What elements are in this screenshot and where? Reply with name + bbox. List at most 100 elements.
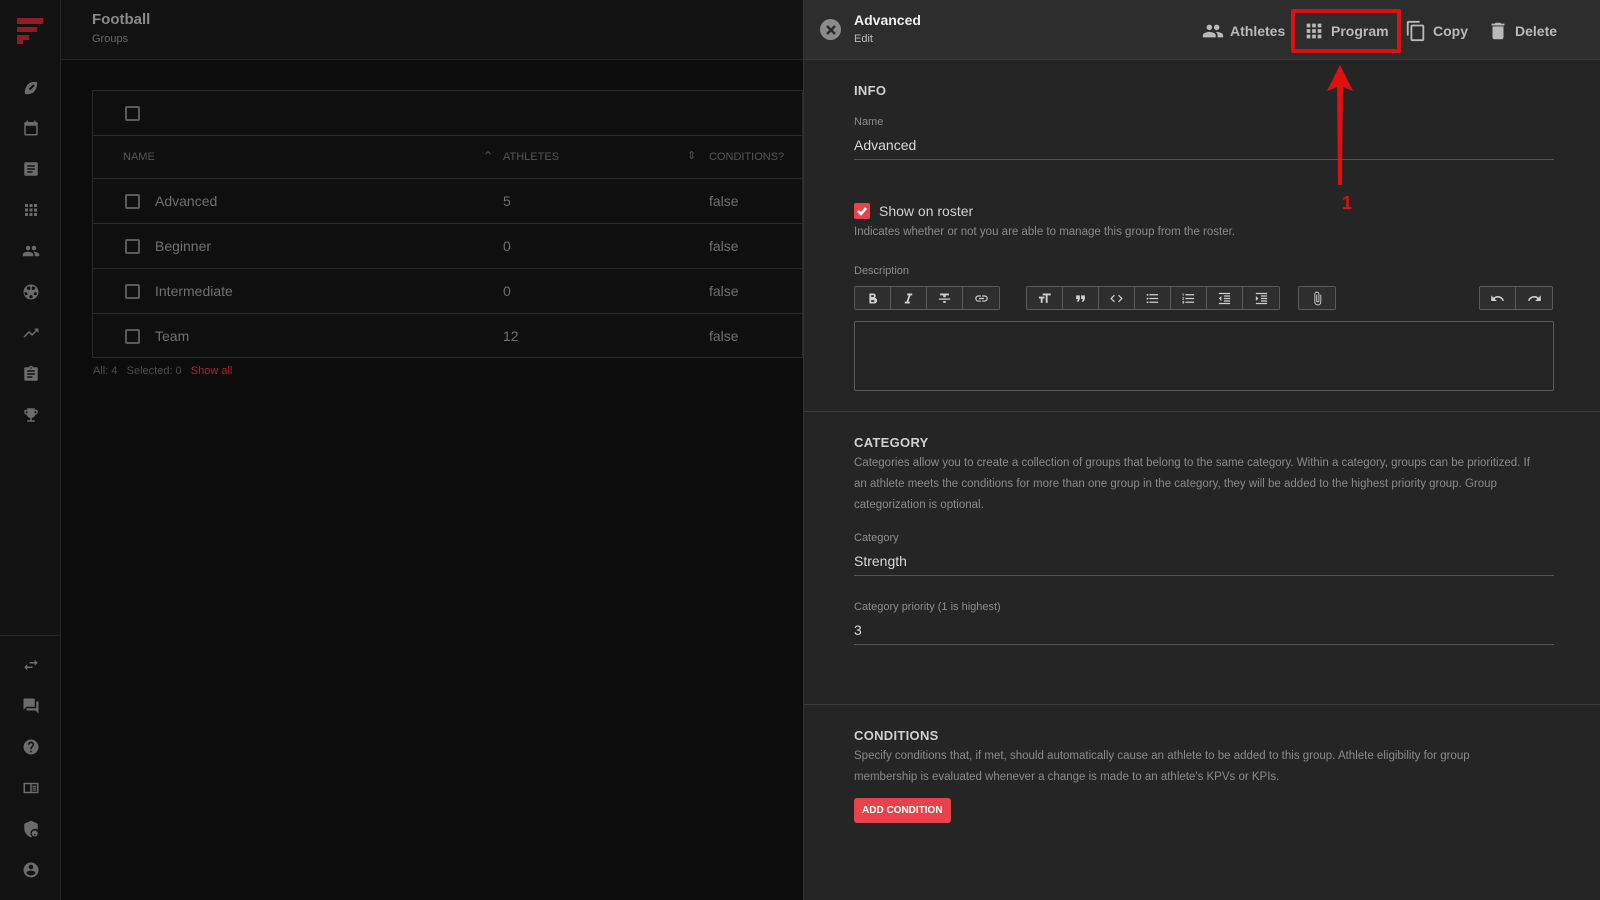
bullet-list-button[interactable] xyxy=(1135,287,1171,309)
app-logo[interactable] xyxy=(17,18,45,44)
page-title: Football xyxy=(92,11,151,28)
section-divider xyxy=(804,411,1600,412)
annotation-arrow xyxy=(1327,65,1353,185)
description-editor[interactable] xyxy=(854,321,1554,391)
show-all-link[interactable]: Show all xyxy=(191,365,233,377)
chat-icon[interactable] xyxy=(20,695,42,717)
info-heading: INFO xyxy=(854,83,887,98)
book-icon[interactable] xyxy=(20,777,42,799)
swap-icon[interactable] xyxy=(20,654,42,676)
paperclip-icon xyxy=(1313,291,1321,305)
table-header: Name ⌃ Athletes ⇕ Conditions? xyxy=(93,136,802,179)
close-button[interactable] xyxy=(820,19,841,40)
format-toolbar-text xyxy=(854,286,1000,310)
count-selected: Selected: 0 xyxy=(126,365,182,377)
numbered-list-icon xyxy=(1182,293,1195,303)
delete-button-label: Delete xyxy=(1515,23,1558,39)
show-on-roster-label[interactable]: Show on roster xyxy=(879,203,973,219)
football-icon[interactable] xyxy=(20,77,42,99)
table-row[interactable]: Advanced 5 false xyxy=(93,179,802,224)
row-checkbox[interactable] xyxy=(125,284,140,299)
panel-subtitle: Edit xyxy=(854,33,873,45)
table-footer: All: 4 Selected: 0 Show all xyxy=(93,365,232,377)
table-row[interactable]: Intermediate 0 false xyxy=(93,269,802,314)
soccer-ball-icon[interactable] xyxy=(20,281,42,303)
code-button[interactable] xyxy=(1099,287,1135,309)
row-conditions: false xyxy=(709,193,739,209)
close-icon xyxy=(825,24,836,35)
undo-button[interactable] xyxy=(1480,287,1516,309)
row-checkbox[interactable] xyxy=(125,239,140,254)
copy-button-label: Copy xyxy=(1433,23,1468,39)
row-checkbox[interactable] xyxy=(125,329,140,344)
table-row[interactable]: Team 12 false xyxy=(93,314,802,359)
section-divider xyxy=(804,704,1600,705)
athletes-button[interactable]: Athletes xyxy=(1202,19,1285,43)
priority-label: Category priority (1 is highest) xyxy=(854,601,1001,613)
edit-group-panel: Advanced Edit Athletes Program Copy Dele… xyxy=(803,0,1600,900)
athletes-button-label: Athletes xyxy=(1230,23,1286,39)
security-icon[interactable] xyxy=(20,818,42,840)
category-label: Category xyxy=(854,532,899,544)
trash-icon xyxy=(1491,22,1505,40)
help-icon[interactable] xyxy=(20,736,42,758)
numbered-list-button[interactable] xyxy=(1171,287,1207,309)
link-icon xyxy=(974,294,988,302)
indent-button[interactable] xyxy=(1243,287,1279,309)
text-size-icon xyxy=(1038,293,1051,303)
redo-icon xyxy=(1527,294,1541,301)
sort-asc-icon[interactable]: ⌃ xyxy=(483,149,493,163)
table-row[interactable]: Beginner 0 false xyxy=(93,224,802,269)
people-icon[interactable] xyxy=(20,240,42,262)
name-field[interactable]: Advanced xyxy=(854,137,1554,160)
row-athletes: 0 xyxy=(503,283,511,299)
bold-button[interactable] xyxy=(855,287,891,309)
copy-icon xyxy=(1406,20,1425,42)
notes-icon[interactable] xyxy=(20,158,42,180)
row-conditions: false xyxy=(709,238,739,254)
row-athletes: 0 xyxy=(503,238,511,254)
copy-button[interactable]: Copy xyxy=(1405,19,1468,43)
column-header-athletes[interactable]: Athletes xyxy=(503,151,559,163)
panel-title: Advanced xyxy=(854,12,921,28)
delete-button[interactable]: Delete xyxy=(1487,19,1557,43)
priority-field[interactable]: 3 xyxy=(854,622,1554,645)
category-field[interactable]: Strength xyxy=(854,553,1554,576)
strikethrough-button[interactable] xyxy=(927,287,963,309)
account-icon[interactable] xyxy=(20,859,42,881)
trending-icon[interactable] xyxy=(20,322,42,344)
column-header-name[interactable]: Name xyxy=(123,151,155,163)
quote-button[interactable] xyxy=(1063,287,1099,309)
trophy-icon[interactable] xyxy=(20,404,42,426)
row-name: Intermediate xyxy=(155,283,233,299)
clipboard-icon[interactable] xyxy=(20,363,42,385)
table-toolbar xyxy=(93,91,802,136)
rail-divider xyxy=(0,635,61,636)
row-checkbox[interactable] xyxy=(125,194,140,209)
program-highlight-box xyxy=(1291,9,1401,53)
select-all-checkbox[interactable] xyxy=(125,106,140,121)
column-header-conditions[interactable]: Conditions? xyxy=(709,151,784,163)
row-name: Beginner xyxy=(155,238,212,254)
sort-icon[interactable]: ⇕ xyxy=(687,149,696,162)
calendar-icon[interactable] xyxy=(20,117,42,139)
format-toolbar-attach xyxy=(1298,286,1336,310)
outdent-button[interactable] xyxy=(1207,287,1243,309)
checkmark-icon xyxy=(857,207,867,216)
italic-button[interactable] xyxy=(891,287,927,309)
show-on-roster-help: Indicates whether or not you are able to… xyxy=(854,226,1235,238)
add-condition-button[interactable]: ADD CONDITION xyxy=(854,798,951,823)
show-on-roster-checkbox[interactable] xyxy=(854,203,870,219)
redo-button[interactable] xyxy=(1516,287,1552,309)
category-heading: CATEGORY xyxy=(854,435,929,450)
heading-button[interactable] xyxy=(1027,287,1063,309)
row-name: Team xyxy=(155,328,190,344)
panel-header: Advanced Edit Athletes Program Copy Dele… xyxy=(804,0,1600,60)
grid-icon[interactable] xyxy=(20,199,42,221)
format-toolbar-history xyxy=(1479,286,1553,310)
code-icon xyxy=(1110,294,1123,302)
attach-button[interactable] xyxy=(1299,287,1335,309)
bold-icon xyxy=(869,292,878,304)
link-button[interactable] xyxy=(963,287,999,309)
people-icon xyxy=(1202,24,1224,38)
